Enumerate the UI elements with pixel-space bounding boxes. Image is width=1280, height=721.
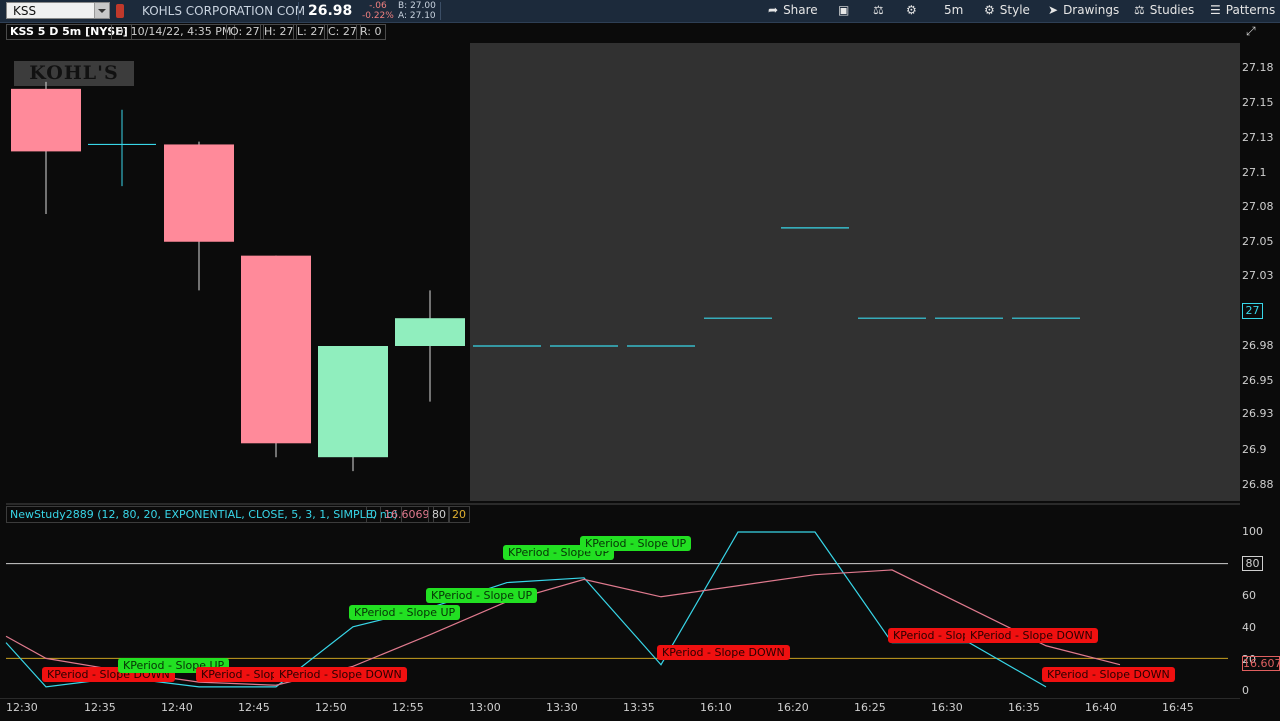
time-axis-label: 16:30 [931,701,963,714]
time-axis-label: 12:40 [161,701,193,714]
signal-bubble: KPeriod - Slope UP [426,588,538,603]
time-axis-label: 12:55 [392,701,424,714]
signal-bubble: KPeriod - Slope DOWN [657,645,790,660]
signal-bubble: KPeriod - Slope DOWN [274,667,407,682]
time-axis-label: 16:35 [1008,701,1040,714]
time-axis-label: 12:30 [6,701,38,714]
oscillator-axis-label: 60 [1242,589,1256,602]
signal-bubble: KPeriod - Slope UP [580,536,692,551]
time-axis-label: 13:00 [469,701,501,714]
time-axis-label: 16:25 [854,701,886,714]
time-axis-label: 12:45 [238,701,270,714]
time-axis-label: 12:35 [84,701,116,714]
d-value-tag: 16.607 [1242,656,1280,671]
time-axis-label: 12:50 [315,701,347,714]
oscillator-axis-label: 100 [1242,525,1263,538]
time-axis-label: 13:35 [623,701,655,714]
signal-bubble: KPeriod - Slope UP [349,605,461,620]
oscillator-axis-label: 0 [1242,684,1249,697]
time-axis-label: 13:30 [546,701,578,714]
time-axis-label: 16:20 [777,701,809,714]
oscillator-axis-label: 40 [1242,621,1256,634]
signal-bubble: KPeriod - Slope DOWN [965,628,1098,643]
time-axis-label: 16:10 [700,701,732,714]
overbought-tag: 80 [1242,556,1263,571]
signal-bubble: KPeriod - Slope DOWN [1042,667,1175,682]
time-axis-label: 16:40 [1085,701,1117,714]
time-axis-label: 16:45 [1162,701,1194,714]
oscillator-svg [5,531,1228,688]
